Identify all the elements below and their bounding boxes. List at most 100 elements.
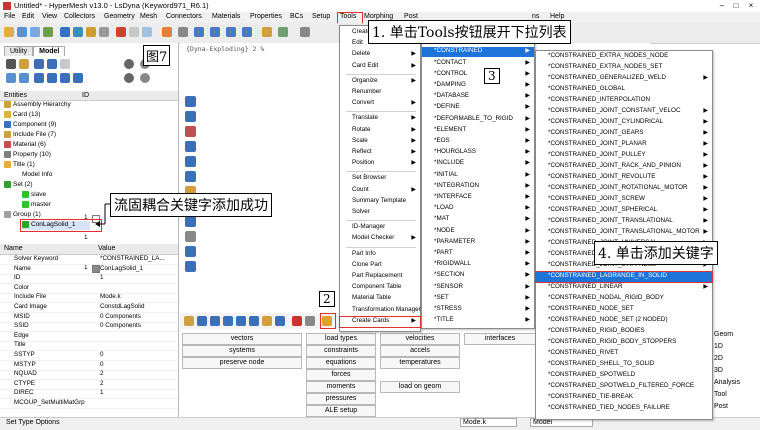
tools-menu-item[interactable]: Part Replacement xyxy=(340,272,420,282)
constrained-menu-item[interactable]: *CONSTRAINED_RIGID_BODY_STOPPERS xyxy=(536,338,712,348)
constrained-menu-item[interactable]: *CONSTRAINED_SPOTWELD_FILTERED_FORCE xyxy=(536,382,712,392)
property-value[interactable]: 0 Components xyxy=(100,313,141,320)
solid-icon[interactable] xyxy=(73,27,83,37)
delete-icon[interactable] xyxy=(292,316,302,326)
tools-menu-item[interactable]: Reflect ▶ xyxy=(340,148,420,158)
panel-load-on-geom[interactable]: load on geom xyxy=(380,381,460,393)
property-value[interactable]: 0 xyxy=(100,361,104,368)
tree-item-title[interactable]: Title (1) xyxy=(4,161,35,170)
node-display-icon[interactable] xyxy=(236,316,246,326)
card-menu-item[interactable]: *DEFINE ▶ xyxy=(422,103,534,113)
unmask-icon[interactable] xyxy=(185,111,196,122)
component-display-icon[interactable] xyxy=(184,316,194,326)
tools-menu-item[interactable]: Summary Template xyxy=(340,197,420,207)
constrained-menu-item[interactable]: *CONSTRAINED_SPOTWELD xyxy=(536,371,712,381)
card-menu-item[interactable]: *PART ▶ xyxy=(422,249,534,259)
tools-menu-item[interactable]: Rotate ▶ xyxy=(340,126,420,136)
solid-display-icon[interactable] xyxy=(197,316,207,326)
card-menu-item[interactable]: *INTEGRATION ▶ xyxy=(422,182,534,192)
tree-item-slave[interactable]: slave xyxy=(22,191,46,200)
panel-equations[interactable]: equations xyxy=(306,357,376,369)
tools-menu-item[interactable]: Solver xyxy=(340,208,420,218)
card-menu-item[interactable]: *RIGIDWALL ▶ xyxy=(422,260,534,270)
cube-icon[interactable] xyxy=(60,27,70,37)
card-menu-item[interactable]: *HOURGLASS ▶ xyxy=(422,148,534,158)
property-value[interactable]: 2 xyxy=(100,370,104,377)
card-menu-item[interactable]: *DEFORMABLE_TO_RIGID ▶ xyxy=(422,115,534,125)
solids-icon[interactable] xyxy=(185,246,196,257)
card-menu-item[interactable]: *SENSOR ▶ xyxy=(422,283,534,293)
tab-model[interactable]: Model xyxy=(33,46,66,56)
tools-menu-item[interactable]: Count ▶ xyxy=(340,186,420,196)
tools-menu-item[interactable]: Renumber xyxy=(340,88,420,98)
beam-display-icon[interactable] xyxy=(223,316,233,326)
card-menu-item[interactable]: *CONTACT ▶ xyxy=(422,59,534,69)
tools-menu-item[interactable]: ID-Manager xyxy=(340,223,420,233)
constrained-menu-item[interactable]: *CONSTRAINED_JOINT_TRANSLATIONAL_MOTOR ▶ xyxy=(536,228,712,238)
surface-icon[interactable] xyxy=(86,27,96,37)
property-row[interactable]: Include File Mode.k xyxy=(0,293,178,304)
constrained-menu-item[interactable]: *CONSTRAINED_RIVET xyxy=(536,349,712,359)
close-icon[interactable]: × xyxy=(745,1,757,10)
view-icon[interactable] xyxy=(162,27,172,37)
tree-item-include-file[interactable]: Include File (7) xyxy=(4,131,56,140)
menu-materials[interactable]: Materials xyxy=(212,13,240,20)
menu-post[interactable]: Post xyxy=(404,13,418,20)
property-value[interactable]: *CONSTRAINED_LA... xyxy=(100,255,165,262)
panel-systems[interactable]: systems xyxy=(182,345,302,357)
collapse-icon[interactable] xyxy=(19,73,29,83)
constrained-menu-item[interactable]: *CONSTRAINED_NODAL_RIGID_BODY xyxy=(536,294,712,304)
property-value[interactable]: Mode.k xyxy=(100,293,121,300)
constrained-menu-item[interactable]: *CONSTRAINED_SHELL_TO_SOLID xyxy=(536,360,712,370)
import-icon[interactable] xyxy=(30,27,40,37)
page-analysis[interactable]: Analysis xyxy=(714,379,740,386)
card-menu-item[interactable]: *TITLE ▶ xyxy=(422,316,534,326)
property-row[interactable]: Edge xyxy=(0,332,178,342)
property-value[interactable]: ConstdLagSolid xyxy=(100,303,144,310)
page-3d[interactable]: 3D xyxy=(714,367,723,374)
card-menu-item[interactable]: *INITIAL ▶ xyxy=(422,171,534,181)
export-icon[interactable] xyxy=(43,27,53,37)
component-icon[interactable] xyxy=(34,59,44,69)
mask-icon[interactable] xyxy=(185,96,196,107)
mesh-icon[interactable] xyxy=(99,27,109,37)
iso-view-icon[interactable] xyxy=(194,27,204,37)
constrained-menu-item[interactable]: *CONSTRAINED_RIGID_BODIES xyxy=(536,327,712,337)
constrained-menu-item[interactable]: *CONSTRAINED_GLOBAL xyxy=(536,85,712,95)
property-icon[interactable] xyxy=(60,59,70,69)
side-view-icon[interactable] xyxy=(242,27,252,37)
tools-menu-item[interactable]: Delete ▶ xyxy=(340,50,420,60)
panel-accels[interactable]: accels xyxy=(380,345,460,357)
tree-item-material[interactable]: Material (6) xyxy=(4,141,46,150)
tools-menu-item[interactable]: Translate ▶ xyxy=(340,114,420,124)
property-row[interactable]: MSID 0 Components xyxy=(0,313,178,323)
property-row[interactable]: Name ConLagSolid_1 xyxy=(0,265,178,275)
tree-item-assembly[interactable]: Assembly Hierarchy xyxy=(4,101,71,110)
card-menu-item[interactable]: *SET ▶ xyxy=(422,294,534,304)
minimize-icon[interactable]: – xyxy=(716,1,728,10)
property-value[interactable]: 0 Components xyxy=(100,322,141,329)
property-row[interactable]: SSID 0 Components xyxy=(0,322,178,333)
lines-icon[interactable] xyxy=(185,171,196,182)
zoom-icon[interactable] xyxy=(142,27,152,37)
panel-temperatures[interactable]: temperatures xyxy=(380,357,460,369)
find-icon[interactable] xyxy=(300,27,310,37)
menu-file[interactable]: File xyxy=(4,13,15,20)
nodes-icon[interactable] xyxy=(185,141,196,152)
constrained-menu-item[interactable]: *CONSTRAINED_NODE_SET xyxy=(536,305,712,315)
property-value[interactable]: 1 xyxy=(100,389,104,396)
panel-moments[interactable]: moments xyxy=(306,381,376,393)
constrained-menu-item[interactable]: *CONSTRAINED_EXTRA_NODES_NODE xyxy=(536,52,712,62)
page-geom[interactable]: Geom xyxy=(714,331,733,338)
tools-menu-item[interactable]: Transformation Manager xyxy=(340,306,421,316)
load-display-icon[interactable] xyxy=(262,316,272,326)
card-menu-item[interactable]: *ELEMENT ▶ xyxy=(422,126,534,136)
menu-morphing[interactable]: Morphing xyxy=(364,13,393,20)
abc-icon[interactable] xyxy=(185,231,196,242)
vector-display-icon[interactable] xyxy=(275,316,285,326)
panel-ale-setup[interactable]: ALE setup xyxy=(306,405,376,417)
property-row[interactable]: NQUAD 2 xyxy=(0,370,178,381)
constrained-menu-item[interactable]: *CONSTRAINED_JOINT_RACK_AND_PINION ▶ xyxy=(536,162,712,172)
tree-item-property[interactable]: Property (10) xyxy=(4,151,51,160)
wire-view-icon[interactable] xyxy=(47,73,57,83)
